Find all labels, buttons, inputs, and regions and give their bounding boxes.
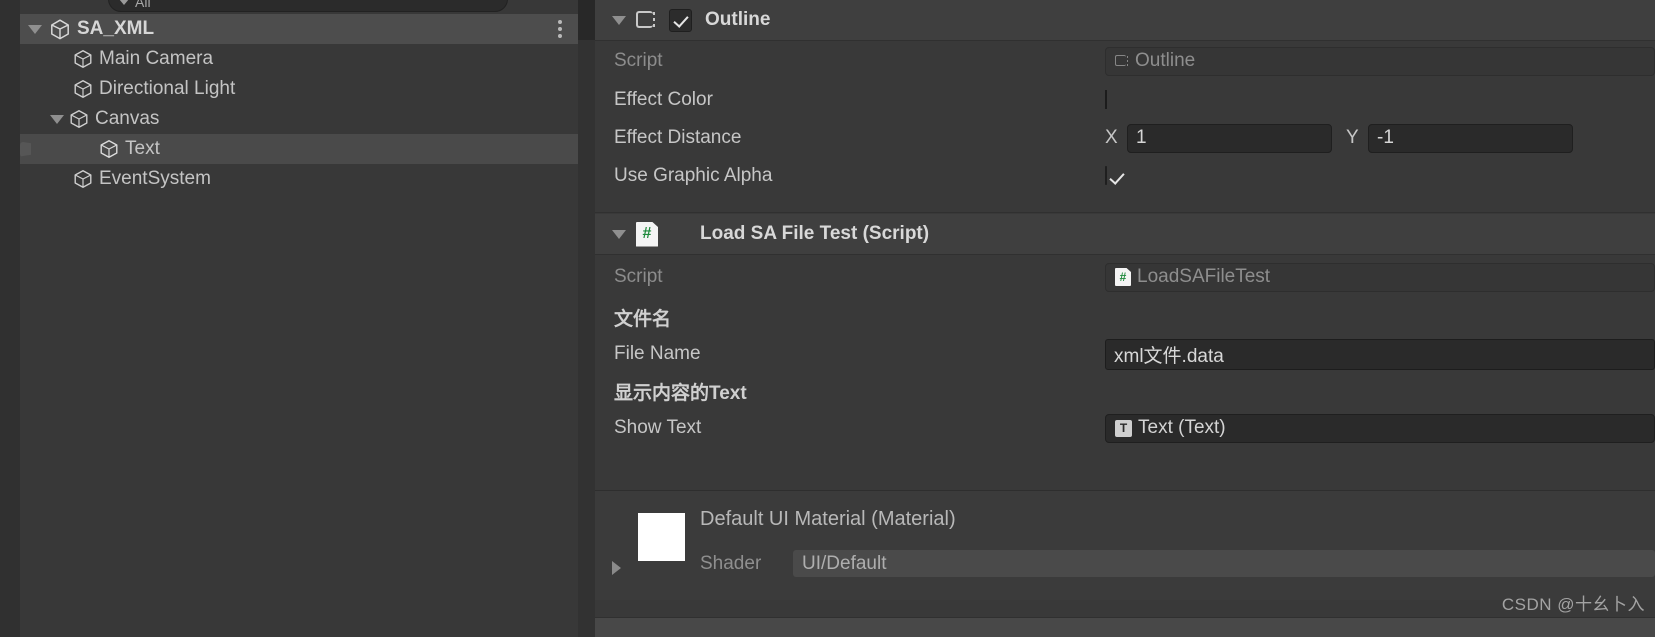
effect-distance-y-input[interactable]: -1 bbox=[1368, 123, 1573, 153]
show-text-object-field[interactable]: T Text (Text) bbox=[1105, 413, 1655, 443]
hierarchy-item-main-camera[interactable]: Main Camera bbox=[20, 44, 578, 74]
property-label: Show Text bbox=[614, 417, 702, 438]
axis-label-y: Y bbox=[1346, 127, 1359, 148]
script-object-field[interactable]: # LoadSAFileTest bbox=[1105, 262, 1655, 292]
component-load-sa-file-test: # Load SA File Test (Script) Script # Lo… bbox=[595, 214, 1655, 447]
foldout-expanded-icon[interactable] bbox=[28, 24, 42, 34]
component-outline: Outline Script Outline Effect Color Effe… bbox=[595, 0, 1655, 195]
property-field: T Text (Text) bbox=[1105, 413, 1655, 443]
effect-distance-x-input[interactable]: 1 bbox=[1127, 123, 1332, 153]
hierarchy-item-label: Main Camera bbox=[99, 48, 214, 69]
inspector-panel: Outline Script Outline Effect Color Effe… bbox=[578, 0, 1655, 637]
hierarchy-item-label: EventSystem bbox=[99, 168, 211, 189]
component-load-sa-file-test-body: Script # LoadSAFileTest 文件名 File Name xm… bbox=[595, 255, 1655, 447]
hierarchy-item-label: SA_XML bbox=[77, 18, 155, 39]
hierarchy-item-label: Text bbox=[125, 138, 160, 159]
property-field: X 1 Y -1 bbox=[1105, 123, 1573, 153]
hierarchy-item-canvas[interactable]: Canvas bbox=[20, 104, 578, 134]
script-object-field[interactable]: Outline bbox=[1105, 46, 1655, 76]
shader-label: Shader bbox=[700, 553, 762, 574]
outline-component-icon bbox=[1115, 54, 1130, 69]
hierarchy-left-gutter bbox=[0, 0, 20, 637]
foldout-expanded-icon[interactable] bbox=[612, 229, 626, 239]
unity-editor-window: All SA_XML Main Camera Directional Light… bbox=[0, 0, 1655, 637]
hierarchy-filter-dropdown[interactable]: All bbox=[108, 0, 508, 12]
gameobject-icon bbox=[74, 170, 92, 188]
gameobject-icon bbox=[74, 50, 92, 68]
property-header-label: 文件名 bbox=[614, 308, 672, 330]
component-enabled-checkbox[interactable] bbox=[669, 8, 692, 32]
component-outline-body: Script Outline Effect Color Effect Dista… bbox=[595, 41, 1655, 195]
property-row-show-text: Show Text T Text (Text) bbox=[595, 409, 1655, 447]
property-row-file-name: File Name xml文件.data bbox=[595, 335, 1655, 373]
property-label: Use Graphic Alpha bbox=[614, 165, 773, 186]
material-preview-section: Default UI Material (Material) Shader UI… bbox=[595, 490, 1655, 600]
property-label: File Name bbox=[614, 343, 701, 364]
property-field bbox=[1105, 166, 1107, 185]
csharp-script-icon: # bbox=[1115, 268, 1131, 286]
hierarchy-item-text[interactable]: Text bbox=[20, 134, 578, 164]
material-preview-block: Default UI Material (Material) Shader UI… bbox=[595, 490, 1655, 600]
property-field: xml文件.data bbox=[1105, 338, 1655, 370]
kebab-menu-icon[interactable] bbox=[558, 20, 562, 38]
effect-color-swatch[interactable] bbox=[1105, 90, 1107, 109]
material-title: Default UI Material (Material) bbox=[700, 508, 956, 530]
component-load-sa-file-test-header[interactable]: # Load SA File Test (Script) bbox=[595, 214, 1655, 255]
watermark: CSDN @十幺卜入 bbox=[1501, 595, 1645, 614]
property-label: Script bbox=[614, 50, 663, 71]
chevron-down-icon bbox=[119, 0, 129, 5]
csharp-script-icon: # bbox=[636, 221, 658, 247]
property-field: Outline bbox=[1105, 46, 1655, 76]
foldout-collapsed-icon[interactable] bbox=[612, 561, 621, 575]
foldout-expanded-icon[interactable] bbox=[612, 15, 626, 25]
unity-scene-icon bbox=[51, 19, 69, 40]
gameobject-icon bbox=[70, 110, 88, 128]
show-text-object-value: Text (Text) bbox=[1138, 417, 1226, 438]
component-title: Outline bbox=[705, 9, 771, 30]
hierarchy-item-label: Directional Light bbox=[99, 78, 236, 99]
hierarchy-item-eventsystem[interactable]: EventSystem bbox=[20, 164, 578, 194]
gameobject-icon bbox=[74, 80, 92, 98]
property-label: Script bbox=[614, 266, 663, 287]
file-name-input[interactable]: xml文件.data bbox=[1105, 338, 1655, 370]
property-header-file-name: 文件名 bbox=[595, 299, 1655, 335]
hierarchy-filter-label: All bbox=[135, 0, 151, 10]
inspector-bottom-strip bbox=[595, 617, 1655, 637]
gameobject-icon bbox=[100, 140, 118, 158]
property-label: Effect Color bbox=[614, 89, 713, 110]
property-row-script: Script # LoadSAFileTest bbox=[595, 255, 1655, 299]
property-row-script: Script Outline bbox=[595, 41, 1655, 81]
component-divider bbox=[595, 212, 1655, 213]
property-row-use-graphic-alpha: Use Graphic Alpha bbox=[595, 157, 1655, 195]
inspector-left-rail-body bbox=[578, 40, 595, 637]
script-object-value: Outline bbox=[1135, 50, 1196, 71]
axis-label-x: X bbox=[1105, 127, 1118, 148]
property-row-effect-distance: Effect Distance X 1 Y -1 bbox=[595, 119, 1655, 157]
shader-dropdown[interactable]: UI/Default bbox=[793, 550, 1655, 577]
hierarchy-item-label: Canvas bbox=[95, 108, 160, 129]
hierarchy-item-directional-light[interactable]: Directional Light bbox=[20, 74, 578, 104]
hierarchy-drag-handle[interactable] bbox=[20, 134, 34, 164]
vector2-field: X 1 Y -1 bbox=[1105, 123, 1573, 153]
hierarchy-item-sa-xml[interactable]: SA_XML bbox=[20, 14, 578, 44]
property-label: Effect Distance bbox=[614, 127, 742, 148]
property-field bbox=[1105, 90, 1107, 109]
hierarchy-tree: SA_XML Main Camera Directional Light Can… bbox=[20, 14, 578, 194]
text-component-icon: T bbox=[1115, 419, 1132, 437]
property-row-effect-color: Effect Color bbox=[595, 81, 1655, 119]
property-header-show-text: 显示内容的Text bbox=[595, 373, 1655, 409]
script-object-value: LoadSAFileTest bbox=[1137, 266, 1271, 287]
use-graphic-alpha-checkbox[interactable] bbox=[1105, 166, 1107, 185]
foldout-expanded-icon[interactable] bbox=[50, 114, 64, 124]
component-title: Load SA File Test (Script) bbox=[700, 223, 930, 244]
material-preview-swatch[interactable] bbox=[638, 513, 685, 561]
hierarchy-panel: All SA_XML Main Camera Directional Light… bbox=[0, 0, 578, 637]
outline-component-icon bbox=[636, 9, 658, 31]
property-header-label: 显示内容的Text bbox=[614, 382, 747, 404]
property-field: # LoadSAFileTest bbox=[1105, 262, 1655, 292]
component-outline-header[interactable]: Outline bbox=[595, 0, 1655, 41]
